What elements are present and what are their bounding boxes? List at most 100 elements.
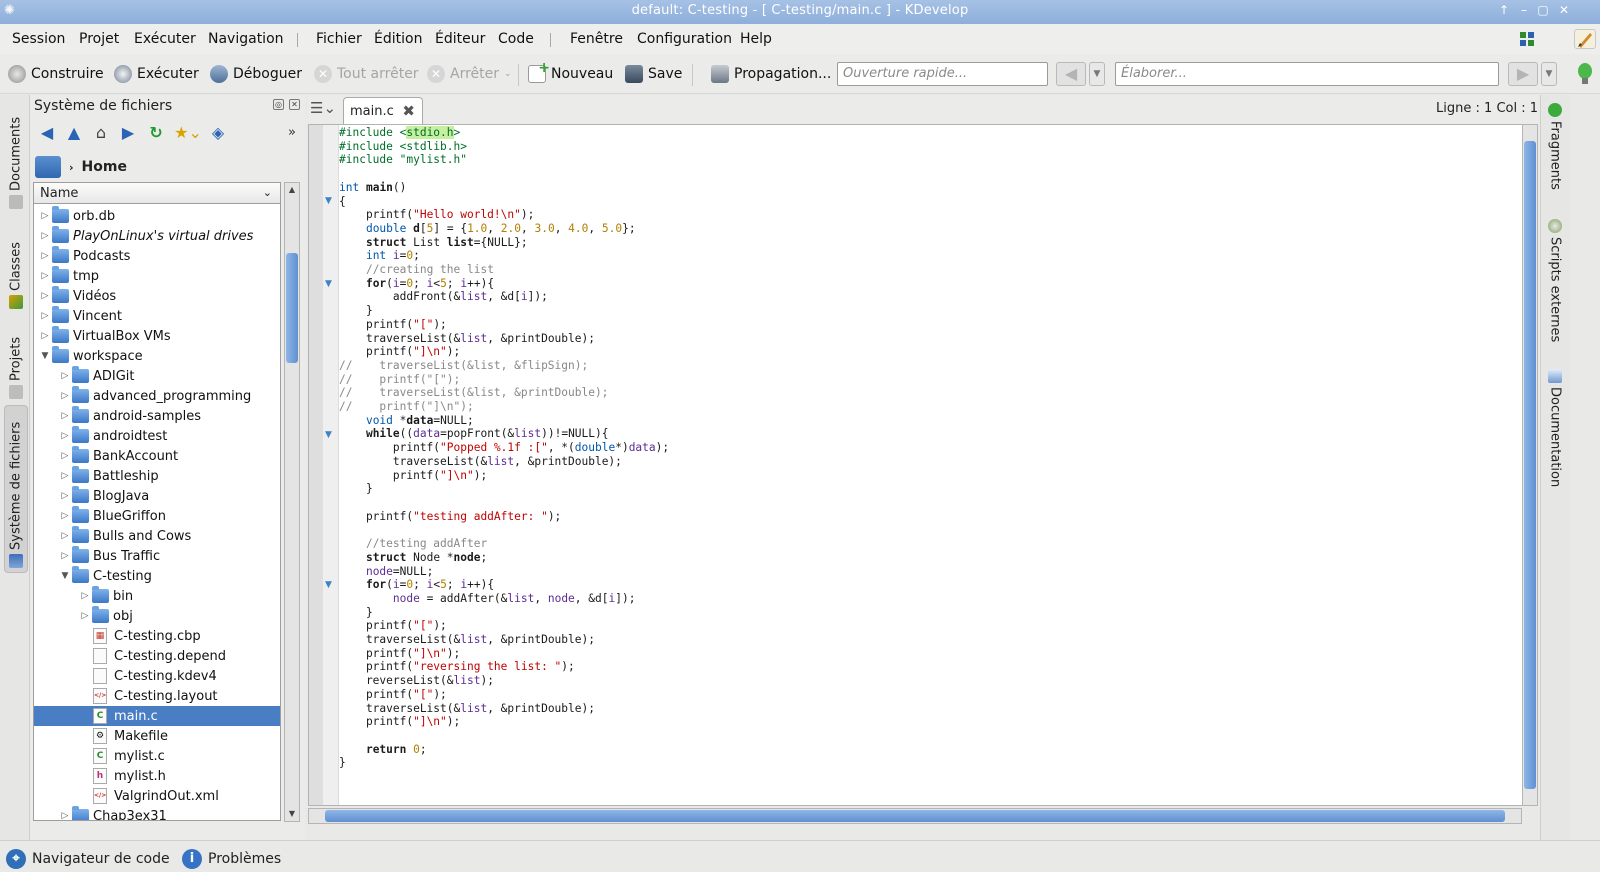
close-tab-icon[interactable]: ✖ bbox=[402, 102, 415, 120]
tree-row[interactable]: ▷ Chap3ex31 bbox=[34, 806, 280, 820]
chevron-down-icon[interactable]: ⌄ bbox=[263, 186, 272, 199]
tab-documentation[interactable]: Documentation bbox=[1543, 365, 1567, 490]
tree-row[interactable]: ▷ Vincent bbox=[34, 306, 280, 326]
tree-row[interactable]: ▷ tmp bbox=[34, 266, 280, 286]
expand-icon[interactable]: ▷ bbox=[38, 231, 52, 241]
forward-arrow-icon[interactable]: ▶ bbox=[117, 123, 139, 143]
tree-row[interactable]: ▷ Bus Traffic bbox=[34, 546, 280, 566]
expand-icon[interactable]: ▷ bbox=[38, 331, 52, 341]
expand-icon[interactable]: ▷ bbox=[78, 591, 92, 601]
bookmarks-icon[interactable]: ★⌄ bbox=[173, 123, 203, 143]
expand-icon[interactable]: ▷ bbox=[58, 531, 72, 541]
stop-all-button[interactable]: ✕ Tout arrêter bbox=[314, 64, 419, 84]
tree-row[interactable]: ▷ BankAccount bbox=[34, 446, 280, 466]
close-icon[interactable]: ✕ bbox=[1556, 3, 1572, 17]
keep-above-icon[interactable]: ↑ bbox=[1496, 3, 1512, 17]
tree-row[interactable]: ▦ C-testing.cbp bbox=[34, 626, 280, 646]
expand-icon[interactable]: ▷ bbox=[58, 491, 72, 501]
expand-icon[interactable]: ▷ bbox=[58, 371, 72, 381]
fold-marker-icon[interactable]: ▼ bbox=[325, 430, 337, 440]
debug-button[interactable]: Déboguer bbox=[210, 64, 302, 84]
expand-icon[interactable]: ▷ bbox=[58, 551, 72, 561]
menu-projet[interactable]: Projet bbox=[79, 31, 119, 47]
tree-row[interactable]: ▼ C-testing bbox=[34, 566, 280, 586]
editor-horizontal-scrollbar[interactable] bbox=[308, 808, 1522, 824]
expand-icon[interactable]: ▷ bbox=[38, 271, 52, 281]
file-tree-scrollbar[interactable]: ▲ ▼ bbox=[284, 182, 300, 822]
breadcrumb-home[interactable]: Home bbox=[82, 159, 127, 175]
expand-icon[interactable]: ▷ bbox=[78, 611, 92, 621]
editor-vertical-scrollbar[interactable] bbox=[1522, 124, 1538, 806]
menu-editeur[interactable]: Éditeur bbox=[435, 31, 485, 47]
stop-button[interactable]: ✕ Arrêter ⌄ bbox=[427, 64, 512, 84]
menu-edition[interactable]: Édition bbox=[374, 31, 422, 47]
expand-icon[interactable]: ▷ bbox=[38, 311, 52, 321]
tab-main-c[interactable]: main.c ✖ bbox=[343, 97, 423, 125]
forward-history-dropdown[interactable]: ▼ bbox=[1541, 62, 1557, 86]
back-history-dropdown[interactable]: ▼ bbox=[1089, 62, 1105, 86]
tree-row[interactable]: ▷ ADIGit bbox=[34, 366, 280, 386]
tree-row[interactable]: C-testing.depend bbox=[34, 646, 280, 666]
lightbulb-icon[interactable] bbox=[1575, 60, 1595, 88]
collapse-icon[interactable]: ▼ bbox=[58, 571, 72, 581]
back-arrow-icon[interactable]: ◀ bbox=[36, 123, 58, 143]
more-icon[interactable]: » bbox=[281, 123, 303, 143]
expand-icon[interactable]: ▷ bbox=[38, 291, 52, 301]
document-list-icon[interactable]: ☰⌄ bbox=[310, 99, 336, 119]
tab-documents[interactable]: Documents bbox=[4, 113, 28, 213]
save-button[interactable]: Save bbox=[625, 64, 682, 84]
tree-row[interactable]: ▷ BlueGriffon bbox=[34, 506, 280, 526]
expand-icon[interactable]: ▷ bbox=[58, 811, 72, 820]
fold-marker-icon[interactable]: ▼ bbox=[325, 196, 337, 206]
tree-row[interactable]: </> C-testing.layout bbox=[34, 686, 280, 706]
tree-row[interactable]: ▷ obj bbox=[34, 606, 280, 626]
close-panel-icon[interactable]: ✕ bbox=[289, 99, 300, 110]
propagation-button[interactable]: Propagation... bbox=[711, 64, 831, 84]
menu-help[interactable]: Help bbox=[740, 31, 772, 47]
tree-row[interactable]: ▷ advanced_programming bbox=[34, 386, 280, 406]
expand-icon[interactable]: ▷ bbox=[58, 451, 72, 461]
fold-marker-icon[interactable]: ▼ bbox=[325, 279, 337, 289]
expand-icon[interactable]: ▷ bbox=[38, 251, 52, 261]
scroll-down-icon[interactable]: ▼ bbox=[285, 807, 299, 821]
menu-configuration[interactable]: Configuration bbox=[637, 31, 732, 47]
expand-icon[interactable]: ▷ bbox=[58, 471, 72, 481]
expand-icon[interactable]: ▷ bbox=[58, 511, 72, 521]
tree-row[interactable]: Cmylist.c bbox=[34, 746, 280, 766]
expand-icon[interactable]: ▷ bbox=[38, 211, 52, 221]
menu-code[interactable]: Code bbox=[498, 31, 534, 47]
quick-open-input[interactable]: Ouverture rapide... bbox=[837, 62, 1048, 86]
tree-row[interactable]: h mylist.h bbox=[34, 766, 280, 786]
scroll-thumb[interactable] bbox=[1524, 141, 1536, 789]
scroll-thumb[interactable] bbox=[325, 810, 1505, 822]
fold-marker-icon[interactable]: ▼ bbox=[325, 580, 337, 590]
code-navigator-button[interactable]: ⌖ Navigateur de code bbox=[6, 849, 170, 869]
tree-row[interactable]: ▷ Podcasts bbox=[34, 246, 280, 266]
name-column-header[interactable]: Name ⌄ bbox=[33, 182, 281, 204]
working-set-icon[interactable] bbox=[1518, 29, 1540, 49]
menu-fenetre[interactable]: Fenêtre bbox=[570, 31, 623, 47]
tree-row[interactable]: C-testing.kdev4 bbox=[34, 666, 280, 686]
elaborate-input[interactable]: Élaborer... bbox=[1115, 62, 1499, 86]
tab-projets[interactable]: Projets bbox=[4, 331, 28, 403]
area-code-icon[interactable] bbox=[1574, 29, 1596, 49]
collapse-icon[interactable]: ▼ bbox=[38, 351, 52, 361]
expand-icon[interactable]: ▷ bbox=[58, 431, 72, 441]
tree-row[interactable]: ⚙ Makefile bbox=[34, 726, 280, 746]
code-editor[interactable]: ▼ ▼ ▼ ▼ #include <stdio.h> #include <std… bbox=[308, 124, 1538, 806]
tree-row[interactable]: ▷ Vidéos bbox=[34, 286, 280, 306]
back-button[interactable]: ◀ bbox=[1056, 62, 1086, 86]
menu-executer[interactable]: Exécuter bbox=[134, 31, 196, 47]
tree-row[interactable]: ▷ androidtest bbox=[34, 426, 280, 446]
scroll-thumb[interactable] bbox=[286, 253, 298, 363]
menu-fichier[interactable]: Fichier bbox=[316, 31, 362, 47]
new-button[interactable]: + Nouveau bbox=[528, 60, 613, 84]
problems-button[interactable]: i Problèmes bbox=[182, 849, 281, 869]
tree-row[interactable]: ▷ VirtualBox VMs bbox=[34, 326, 280, 346]
home-icon[interactable]: ⌂ bbox=[90, 123, 112, 143]
source-code[interactable]: #include <stdio.h> #include <stdlib.h> #… bbox=[339, 126, 669, 770]
tree-row[interactable]: Cmain.c bbox=[34, 706, 280, 726]
forward-button[interactable]: ▶ bbox=[1508, 62, 1538, 86]
expand-icon[interactable]: ▷ bbox=[58, 391, 72, 401]
menu-navigation[interactable]: Navigation bbox=[208, 31, 284, 47]
